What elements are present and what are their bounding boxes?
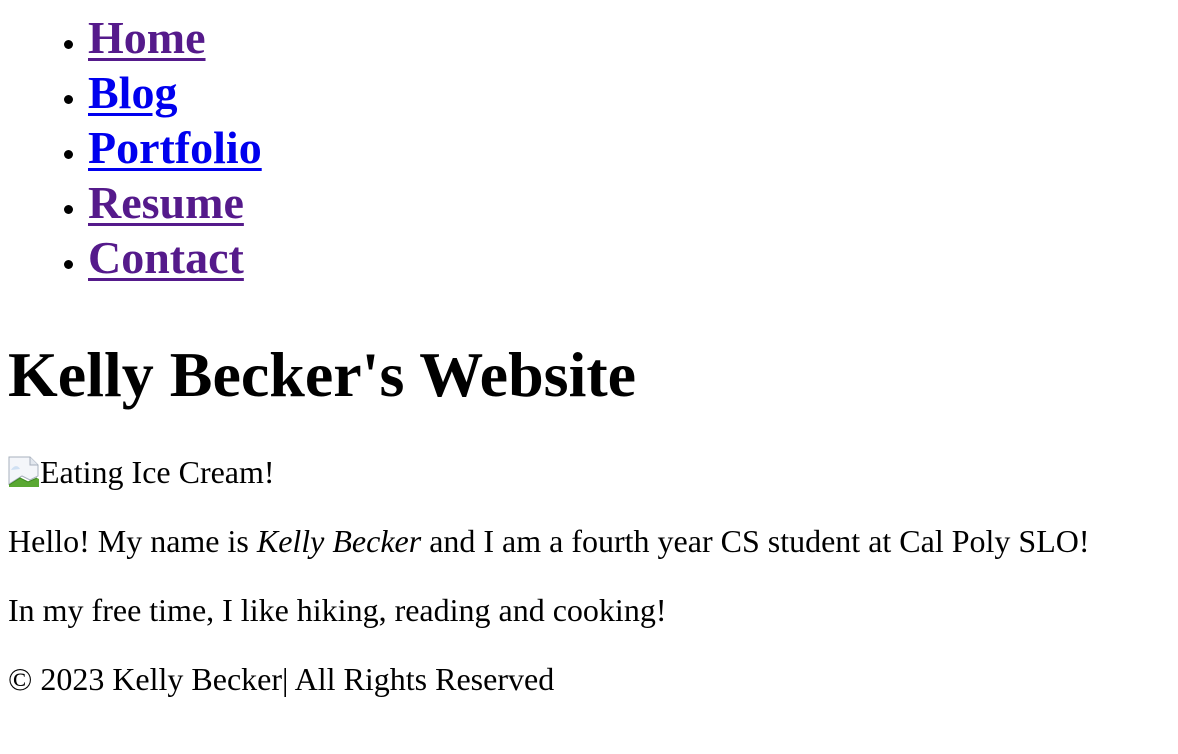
nav-item-resume: Resume [88, 175, 262, 230]
nav-link-portfolio[interactable]: Portfolio [88, 122, 262, 173]
intro-suffix: and I am a fourth year CS student at Cal… [421, 523, 1090, 559]
footer-copyright: © 2023 Kelly Becker| All Rights Reserved [8, 661, 555, 697]
nav-link-blog[interactable]: Blog [88, 67, 177, 118]
intro-prefix: Hello! My name is [8, 523, 257, 559]
page-title: Kelly Becker's Website [8, 339, 637, 410]
nav-link-contact[interactable]: Contact [88, 232, 244, 283]
main-nav: Home Blog Portfolio Resume Contact [0, 10, 262, 285]
nav-item-portfolio: Portfolio [88, 120, 262, 175]
broken-image-icon [8, 456, 39, 487]
nav-item-contact: Contact [88, 230, 262, 285]
hobbies-paragraph: In my free time, I like hiking, reading … [8, 592, 667, 628]
intro-name: Kelly Becker [256, 523, 422, 559]
intro-paragraph: Hello! My name is Kelly Becker and I am … [8, 521, 1090, 561]
profile-photo: Eating Ice Cream! [8, 452, 275, 492]
nav-link-resume[interactable]: Resume [88, 177, 244, 228]
nav-item-blog: Blog [88, 65, 262, 120]
nav-item-home: Home [88, 10, 262, 65]
nav-link-home[interactable]: Home [88, 12, 206, 63]
photo-alt-text: Eating Ice Cream! [40, 454, 275, 490]
